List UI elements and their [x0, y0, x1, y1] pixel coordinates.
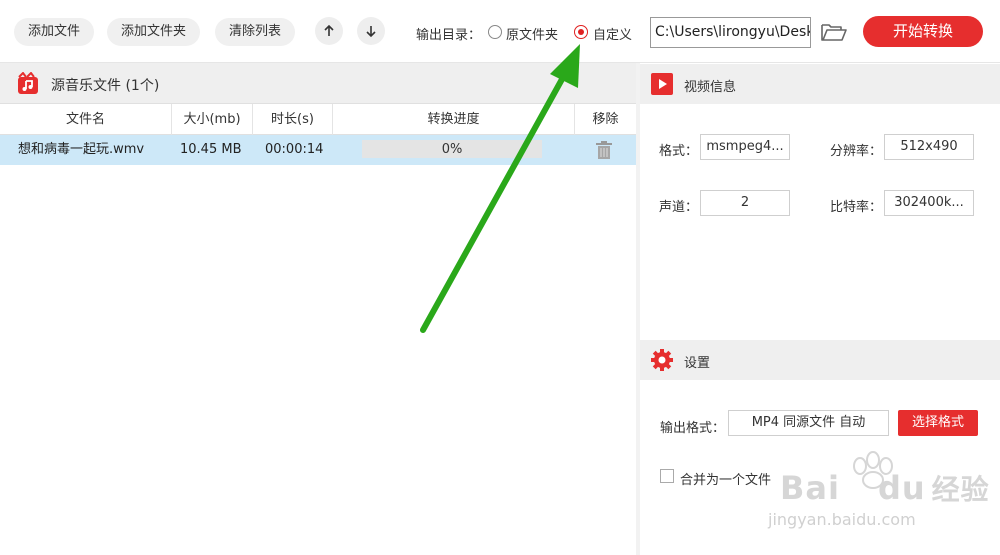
format-value: msmpeg4... — [700, 134, 790, 160]
file-list-header: 源音乐文件 (1个) — [0, 63, 636, 104]
file-size: 10.45 MB — [180, 142, 242, 157]
watermark-brand: Bai — [780, 469, 840, 507]
video-play-icon — [651, 73, 673, 95]
output-path-input[interactable]: C:\Users\lirongyu\Desk — [650, 17, 811, 48]
output-format-value[interactable]: MP4 同源文件 自动 — [728, 410, 889, 436]
col-duration: 时长(s) — [253, 104, 333, 135]
move-down-button[interactable] — [357, 17, 385, 45]
col-remove: 移除 — [592, 112, 619, 127]
start-convert-button[interactable]: 开始转换 — [863, 16, 983, 47]
progress-text: 0% — [441, 142, 463, 157]
format-label: 格式： — [659, 144, 699, 159]
merge-checkbox[interactable] — [660, 469, 674, 483]
resolution-label: 分辨率： — [830, 144, 883, 159]
bitrate-label: 比特率： — [830, 200, 883, 215]
choose-format-button[interactable]: 选择格式 — [898, 410, 978, 436]
watermark-url: jingyan.baidu.com — [768, 510, 916, 529]
video-info-header: 视频信息 — [640, 64, 1000, 104]
output-dir-label: 输出目录： — [416, 28, 482, 43]
add-file-button[interactable]: 添加文件 — [14, 18, 95, 46]
clear-list-button[interactable]: 清除列表 — [215, 18, 296, 46]
table-header: 文件名 大小(mb) 时长(s) 转换进度 移除 — [0, 104, 636, 135]
file-list-title: 源音乐文件 (1个) — [51, 78, 160, 94]
music-file-icon — [18, 72, 38, 94]
watermark-brand-cn: 经验 — [931, 473, 990, 506]
merge-label: 合并为一个文件 — [680, 473, 772, 488]
col-progress: 转换进度 — [333, 104, 575, 135]
arrow-down-icon — [366, 26, 376, 38]
arrow-up-icon — [324, 24, 334, 36]
col-size: 大小(mb) — [172, 104, 253, 135]
radio-custom[interactable] — [574, 25, 588, 39]
col-filename: 文件名 — [0, 104, 172, 135]
folder-open-icon[interactable] — [820, 21, 848, 43]
watermark-brand-tail: du — [877, 469, 926, 507]
add-folder-button[interactable]: 添加文件夹 — [107, 18, 201, 46]
file-list-panel: 源音乐文件 (1个) 文件名 大小(mb) 时长(s) 转换进度 移除 想和病毒… — [0, 63, 636, 555]
video-info-title: 视频信息 — [684, 80, 737, 95]
resolution-value: 512x490 — [884, 134, 974, 160]
output-format-label: 输出格式： — [660, 421, 726, 436]
radio-custom-label: 自定义 — [593, 28, 633, 43]
settings-header: 设置 — [640, 340, 1000, 380]
radio-original-folder[interactable] — [488, 25, 502, 39]
file-name: 想和病毒一起玩.wmv — [18, 142, 145, 157]
trash-icon[interactable] — [594, 140, 614, 160]
channels-value: 2 — [700, 190, 790, 216]
settings-title: 设置 — [684, 356, 711, 371]
file-duration: 00:00:14 — [265, 142, 324, 157]
channels-label: 声道： — [659, 200, 699, 215]
bitrate-value: 302400k... — [884, 190, 974, 216]
radio-original-label: 原文件夹 — [506, 28, 559, 43]
move-up-button[interactable] — [315, 17, 343, 45]
gear-icon — [651, 349, 673, 371]
table-row[interactable]: 想和病毒一起玩.wmv 10.45 MB 00:00:14 0% — [0, 135, 636, 165]
toolbar: 添加文件 添加文件夹 清除列表 输出目录： 原文件夹 自定义 C:\Users\… — [0, 0, 1000, 63]
baidu-watermark: Bai du 经验 jingyan.baidu.com — [760, 448, 989, 542]
